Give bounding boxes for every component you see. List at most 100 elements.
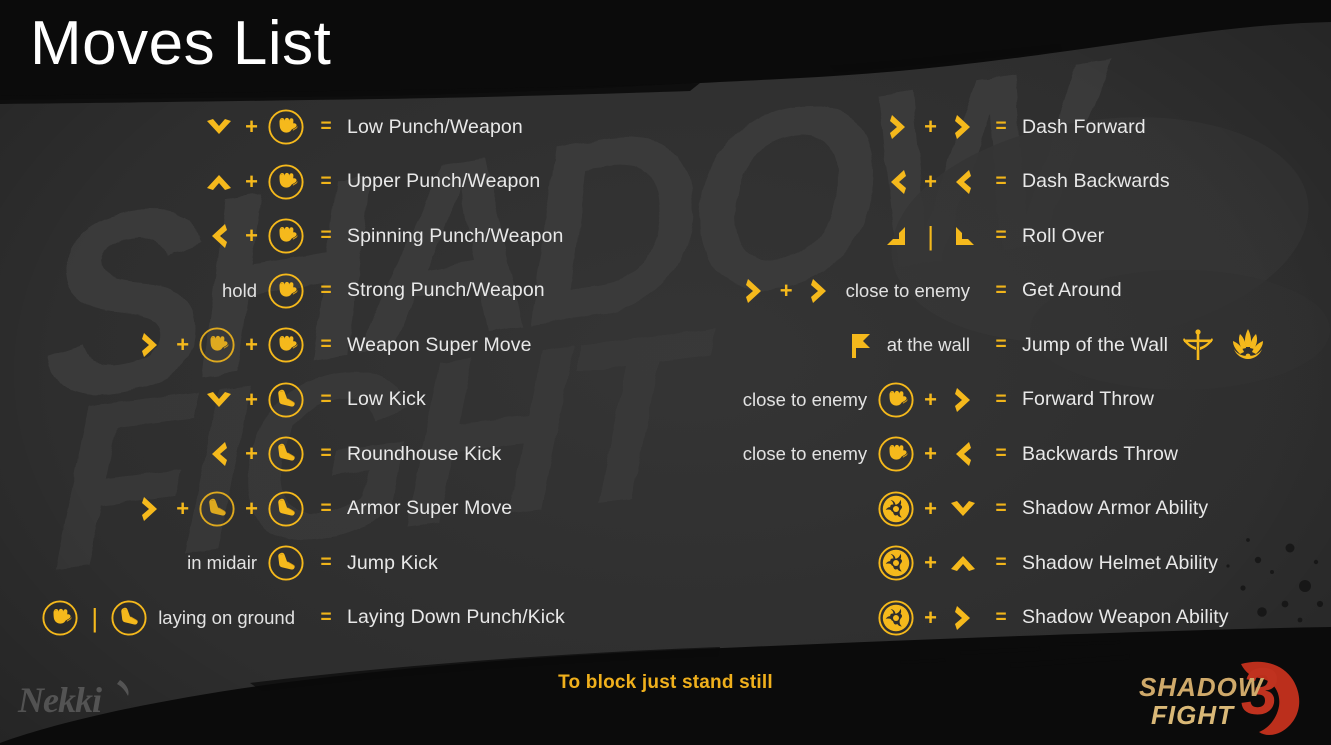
move-name-label: Forward Throw: [1022, 388, 1155, 411]
equals-separator: =: [995, 552, 1007, 574]
move-row: + = Low Kick: [20, 373, 650, 428]
plus-separator: +: [176, 332, 190, 358]
arrow-up-icon: [946, 546, 980, 580]
equals-separator: =: [995, 170, 1007, 192]
equals-separator: =: [320, 170, 332, 192]
move-input-sequence: +: [20, 108, 305, 146]
move-input-sequence: +: [20, 217, 305, 255]
move-name-label: Upper Punch/Weapon: [347, 170, 541, 193]
move-name-label: Jump Kick: [347, 551, 438, 574]
moves-column-left: + = Low Punch/Weapon + = Upper Punch/Weapon + =…: [20, 100, 650, 645]
equals-separator: =: [320, 497, 332, 519]
arrow-right-icon: [881, 110, 915, 144]
move-name-label: Jump of the Wall: [1022, 333, 1169, 356]
arrow-right-icon: [133, 492, 167, 526]
kick-icon: [267, 381, 305, 419]
punch-icon: [877, 381, 915, 419]
move-input-sequence: hold: [20, 272, 305, 310]
page-title: Moves List: [30, 9, 332, 78]
arrow-right-icon: [737, 274, 771, 308]
arrow-left-icon: [946, 165, 980, 199]
move-row: + close to enemy = Get Around: [690, 264, 1315, 319]
move-name-label: Low Kick: [347, 388, 426, 411]
move-row: + = Shadow Helmet Ability: [690, 536, 1315, 591]
move-input-sequence: +: [690, 110, 980, 144]
kick-icon: [110, 599, 148, 637]
move-input-sequence: + close to enemy: [690, 274, 980, 308]
move-row: | laying on ground = Laying Down Punch/Kick: [20, 591, 650, 646]
move-input-sequence: +: [20, 163, 305, 201]
arrow-down-icon: [202, 110, 236, 144]
move-condition-note: at the wall: [886, 334, 970, 356]
nekki-logo: Nekki: [17, 680, 129, 720]
move-name-label: Dash Forward: [1022, 115, 1146, 138]
move-name-label: Roll Over: [1022, 224, 1105, 247]
kick-icon: [267, 490, 305, 528]
kick-icon: [198, 490, 236, 528]
arrow-left-icon: [946, 437, 980, 471]
svg-text:Nekki: Nekki: [17, 680, 102, 720]
equals-separator: =: [320, 388, 332, 410]
svg-text:SHADOW: SHADOW: [1139, 672, 1265, 702]
move-row: + = Spinning Punch/Weapon: [20, 209, 650, 264]
arrow-down-left-icon: [881, 219, 915, 253]
move-row: + = Shadow Weapon Ability: [690, 591, 1315, 646]
plus-separator: +: [245, 168, 258, 194]
move-row: close to enemy + = Backwards Throw: [690, 427, 1315, 482]
plus-separator: +: [245, 495, 258, 521]
plus-separator: +: [924, 441, 937, 467]
arrow-left-icon: [881, 165, 915, 199]
move-row: in midair = Jump Kick: [20, 536, 650, 591]
plus-separator: +: [245, 441, 258, 467]
move-condition-note: close to enemy: [845, 279, 970, 301]
plus-separator: +: [924, 168, 937, 194]
equals-separator: =: [995, 279, 1007, 301]
move-condition-note: close to enemy: [742, 388, 868, 410]
plus-separator: +: [924, 386, 937, 412]
move-input-sequence: +: [690, 165, 980, 199]
punch-icon: [41, 599, 79, 637]
move-name-label: Laying Down Punch/Kick: [347, 606, 565, 629]
move-input-sequence: + +: [20, 490, 305, 528]
or-separator: |: [927, 221, 934, 252]
move-row: at the wall = Jump of the Wall: [690, 318, 1315, 373]
plus-separator: +: [924, 495, 937, 521]
equals-separator: =: [320, 225, 332, 247]
move-name-label: Spinning Punch/Weapon: [347, 224, 564, 247]
punch-icon: [877, 435, 915, 473]
move-name-label: Backwards Throw: [1022, 442, 1179, 465]
plus-separator: +: [245, 332, 258, 358]
plus-separator: +: [924, 604, 937, 630]
plus-separator: +: [176, 495, 190, 521]
punch-icon: [198, 326, 236, 364]
move-input-sequence: +: [690, 599, 980, 637]
move-input-sequence: +: [690, 544, 980, 582]
arrow-up-icon: [202, 165, 236, 199]
equals-separator: =: [995, 116, 1007, 138]
move-name-label: Low Punch/Weapon: [347, 115, 523, 138]
move-input-sequence: + +: [20, 326, 305, 364]
equals-separator: =: [320, 552, 332, 574]
move-input-sequence: in midair: [20, 544, 305, 582]
legion-emblem-icon: [1178, 325, 1218, 365]
move-input-sequence: |: [690, 219, 980, 253]
move-name-label: Strong Punch/Weapon: [347, 279, 545, 302]
arrow-right-icon: [802, 274, 836, 308]
arrow-right-icon: [946, 601, 980, 635]
shadow-icon: [877, 490, 915, 528]
svg-text:FIGHT: FIGHT: [1151, 700, 1235, 730]
equals-separator: =: [995, 225, 1007, 247]
move-row: hold = Strong Punch/Weapon: [20, 264, 650, 319]
move-condition-note: close to enemy: [742, 443, 868, 465]
equals-separator: =: [320, 334, 332, 356]
kick-icon: [267, 435, 305, 473]
move-row: + = Low Punch/Weapon: [20, 100, 650, 155]
arrow-left-icon: [202, 437, 236, 471]
equals-separator: =: [320, 606, 332, 628]
punch-icon: [267, 163, 305, 201]
move-name-label: Armor Super Move: [347, 497, 513, 520]
arrow-down-icon: [202, 383, 236, 417]
move-name-label: Get Around: [1022, 279, 1122, 302]
equals-separator: =: [320, 443, 332, 465]
move-row: + = Dash Backwards: [690, 155, 1315, 210]
